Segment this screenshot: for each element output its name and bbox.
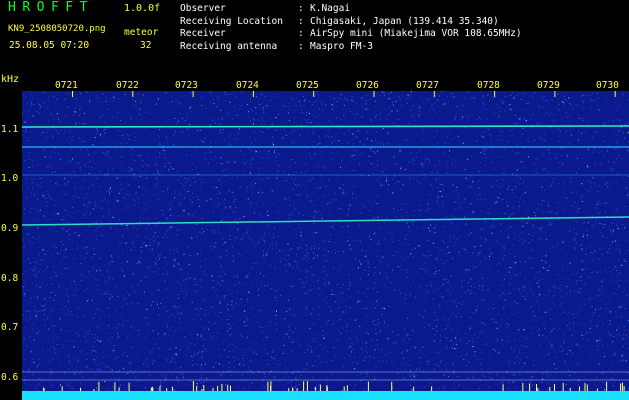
time-tick-label: 0727 xyxy=(416,80,439,91)
carrier-line xyxy=(22,125,629,128)
y-tick-label: 0.8 xyxy=(1,273,19,284)
info-label: Observer xyxy=(180,3,226,14)
time-tick-label: 0724 xyxy=(236,80,259,91)
app-version: 1.0.0f xyxy=(124,3,161,14)
info-row-location: Receiving Location: Chigasaki, Japan (139… xyxy=(180,16,522,29)
capture-datetime: 25.08.05 07:20 xyxy=(9,40,90,51)
time-tick-marks xyxy=(72,91,616,97)
y-tick-label: 0.7 xyxy=(1,322,19,333)
info-separator: : xyxy=(298,15,304,27)
time-tick-label: 0725 xyxy=(296,80,319,91)
info-value: AirSpy mini (Miakejima VOR 108.65MHz) xyxy=(310,28,522,39)
app-title: HROFFT xyxy=(8,0,94,15)
time-tick-label: 0721 xyxy=(55,80,78,91)
info-separator: : xyxy=(298,3,304,14)
y-tick-label: 1.0 xyxy=(1,173,19,184)
time-tick-label: 0722 xyxy=(116,80,139,91)
info-value: Chigasaki, Japan (139.414 35.340) xyxy=(310,15,499,27)
meteor-count: 32 xyxy=(140,40,152,51)
mode-label: meteor xyxy=(124,27,159,38)
y-tick-label: 1.1 xyxy=(1,124,19,135)
time-tick-label: 0730 xyxy=(596,80,619,91)
info-label: Receiving antenna xyxy=(180,40,278,52)
info-separator: : xyxy=(298,28,304,39)
time-tick-label: 0723 xyxy=(175,80,198,91)
header-status: HROFFT 1.0.0f KN9_2508050720.png meteor … xyxy=(0,0,165,60)
info-row-receiver: Receiver: AirSpy mini (Miakejima VOR 108.… xyxy=(180,28,522,41)
info-label: Receiving Location xyxy=(180,15,283,27)
y-tick-label: 0.9 xyxy=(1,223,19,234)
spectrogram xyxy=(22,91,629,400)
band-spikes xyxy=(43,381,625,391)
time-tick-label: 0728 xyxy=(477,80,500,91)
time-tick-label: 0729 xyxy=(537,80,560,91)
info-value: K.Nagai xyxy=(310,3,351,14)
spectrogram-canvas xyxy=(22,91,629,400)
carrier-line xyxy=(22,216,629,226)
info-separator: : xyxy=(298,40,304,52)
info-value: Maspro FM-3 xyxy=(310,40,373,52)
frequency-unit: kHz xyxy=(1,74,20,85)
bottom-signal-band xyxy=(22,391,629,400)
time-tick-label: 0726 xyxy=(356,80,379,91)
info-label: Receiver xyxy=(180,28,226,39)
station-info: Observer: K.Nagai Receiving Location: Chig… xyxy=(180,3,522,53)
info-row-antenna: Receiving antenna: Maspro FM-3 xyxy=(180,41,522,54)
file-name: KN9_2508050720.png xyxy=(8,24,106,34)
info-row-observer: Observer: K.Nagai xyxy=(180,3,522,16)
noise-speckle xyxy=(22,91,629,392)
y-tick-label: 0.6 xyxy=(1,372,19,383)
